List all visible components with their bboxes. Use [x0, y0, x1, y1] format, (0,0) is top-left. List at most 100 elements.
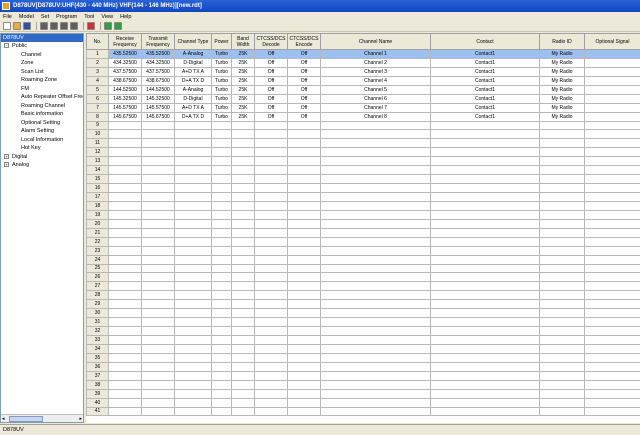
- table-cell[interactable]: [141, 388, 175, 399]
- column-header[interactable]: Power: [211, 33, 232, 50]
- table-row[interactable]: 32: [86, 326, 640, 336]
- table-cell[interactable]: [211, 361, 232, 372]
- table-cell[interactable]: [231, 138, 255, 149]
- table-cell[interactable]: [287, 254, 321, 265]
- table-cell[interactable]: [174, 138, 212, 149]
- tree-item-auto-repeater-offset-frequencies[interactable]: Auto Repeater Offset Frequencies: [1, 93, 83, 102]
- table-cell[interactable]: [320, 147, 431, 158]
- collapse-icon[interactable]: −: [4, 43, 9, 49]
- table-cell[interactable]: [320, 272, 431, 283]
- row-number[interactable]: 23: [86, 245, 109, 256]
- table-cell[interactable]: [211, 290, 232, 301]
- table-row[interactable]: 2 434.32500 434.32500 D-Digital Turbo 25K Off O…: [86, 57, 640, 68]
- table-cell[interactable]: [287, 192, 321, 202]
- table-cell[interactable]: 145.67500: [108, 111, 142, 122]
- table-cell[interactable]: Contact1: [430, 111, 540, 122]
- table-cell[interactable]: [211, 370, 232, 381]
- table-cell[interactable]: Off: [254, 75, 288, 86]
- table-cell[interactable]: [430, 335, 540, 345]
- table-cell[interactable]: [539, 308, 585, 319]
- table-cell[interactable]: [254, 388, 288, 399]
- table-cell[interactable]: [430, 138, 540, 149]
- table-cell[interactable]: 25K: [231, 102, 255, 113]
- table-cell[interactable]: [584, 84, 640, 95]
- table-cell[interactable]: [231, 317, 255, 328]
- table-row[interactable]: 16: [86, 183, 640, 193]
- table-cell[interactable]: [584, 138, 640, 149]
- table-row[interactable]: 17: [86, 192, 640, 202]
- scroll-left-icon[interactable]: ◂: [2, 416, 5, 422]
- table-cell[interactable]: [430, 236, 540, 247]
- table-cell[interactable]: [320, 200, 431, 211]
- tree-item-roaming-zone[interactable]: Roaming Zone: [1, 76, 83, 85]
- row-number[interactable]: 37: [86, 370, 109, 381]
- table-cell[interactable]: [174, 200, 212, 211]
- column-header[interactable]: Contact: [430, 33, 540, 50]
- table-cell[interactable]: [211, 379, 232, 390]
- table-cell[interactable]: [584, 93, 640, 104]
- table-cell[interactable]: [141, 263, 175, 274]
- table-cell[interactable]: D-Digital: [174, 93, 212, 104]
- table-cell[interactable]: [584, 236, 640, 247]
- table-row[interactable]: 5 144.52500 144.52500 A-Analog Turbo 25K Off Of…: [86, 84, 640, 95]
- table-cell[interactable]: [539, 138, 585, 149]
- table-cell[interactable]: [320, 165, 431, 176]
- table-cell[interactable]: [584, 218, 640, 229]
- table-row[interactable]: 15: [86, 174, 640, 185]
- table-cell[interactable]: [141, 308, 175, 319]
- tree-item-alarm-setting[interactable]: Alarm Setting: [1, 127, 83, 136]
- table-cell[interactable]: [254, 326, 288, 336]
- table-cell[interactable]: Turbo: [211, 75, 232, 86]
- table-cell[interactable]: 144.52500: [141, 84, 175, 95]
- table-cell[interactable]: [231, 343, 255, 354]
- table-cell[interactable]: [430, 183, 540, 193]
- table-cell[interactable]: 144.52500: [108, 84, 142, 95]
- table-cell[interactable]: [287, 352, 321, 363]
- table-cell[interactable]: A+D TX A: [174, 66, 212, 77]
- table-cell[interactable]: [108, 138, 142, 149]
- tree-item-scan-list[interactable]: Scan List: [1, 68, 83, 77]
- table-cell[interactable]: Contact1: [430, 75, 540, 86]
- table-cell[interactable]: [231, 156, 255, 167]
- table-cell[interactable]: Off: [287, 102, 321, 113]
- table-cell[interactable]: [430, 147, 540, 158]
- table-cell[interactable]: [320, 370, 431, 381]
- table-cell[interactable]: [108, 388, 142, 399]
- table-cell[interactable]: [287, 397, 321, 408]
- table-cell[interactable]: [211, 406, 232, 417]
- table-cell[interactable]: [231, 361, 255, 372]
- table-cell[interactable]: [141, 299, 175, 310]
- table-cell[interactable]: [254, 236, 288, 247]
- table-cell[interactable]: [539, 370, 585, 381]
- table-cell[interactable]: [141, 120, 175, 131]
- table-cell[interactable]: [539, 281, 585, 292]
- back-icon[interactable]: [104, 22, 112, 30]
- table-cell[interactable]: [108, 245, 142, 256]
- table-cell[interactable]: [211, 156, 232, 167]
- table-cell[interactable]: [174, 406, 212, 417]
- table-row[interactable]: 3 437.57500 437.57500 A+D TX A Turbo 25K Off Of…: [86, 66, 640, 77]
- menu-item-help[interactable]: Help: [120, 14, 131, 20]
- table-cell[interactable]: Off: [254, 49, 288, 59]
- table-cell[interactable]: [231, 245, 255, 256]
- table-cell[interactable]: [584, 174, 640, 185]
- table-cell[interactable]: [539, 192, 585, 202]
- column-header[interactable]: CTCSS/DCS Decode: [254, 33, 288, 50]
- table-cell[interactable]: [211, 192, 232, 202]
- table-cell[interactable]: Turbo: [211, 93, 232, 104]
- table-cell[interactable]: [539, 299, 585, 310]
- table-cell[interactable]: [430, 200, 540, 211]
- table-cell[interactable]: [231, 388, 255, 399]
- table-cell[interactable]: [254, 192, 288, 202]
- table-cell[interactable]: [584, 326, 640, 336]
- table-cell[interactable]: [141, 254, 175, 265]
- table-cell[interactable]: [320, 326, 431, 336]
- row-number[interactable]: 5: [86, 84, 109, 95]
- tree-item-local-information[interactable]: Local Information: [1, 136, 83, 145]
- table-cell[interactable]: [584, 317, 640, 328]
- table-cell[interactable]: [539, 218, 585, 229]
- table-cell[interactable]: [539, 236, 585, 247]
- tree-item-digital[interactable]: + Digital: [1, 153, 83, 162]
- table-cell[interactable]: [254, 361, 288, 372]
- table-cell[interactable]: [430, 361, 540, 372]
